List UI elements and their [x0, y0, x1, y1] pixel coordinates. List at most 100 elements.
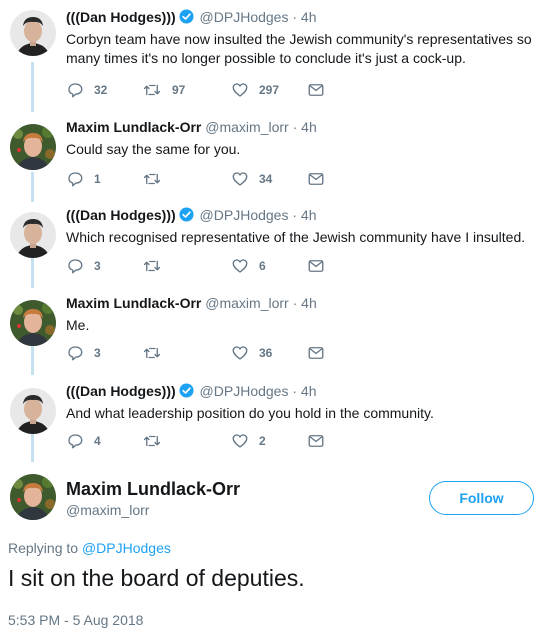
retweet-button[interactable] — [142, 432, 172, 450]
reply-icon — [68, 172, 83, 187]
envelope-icon — [308, 84, 324, 96]
tweet-time[interactable]: 4h — [301, 119, 317, 135]
direct-message-button[interactable] — [307, 81, 325, 99]
author-handle[interactable]: @maxim_lorr — [205, 119, 288, 135]
retweet-button[interactable] — [142, 257, 172, 275]
thread-tweet[interactable]: Maxim Lundlack-Orr @maxim_lorr · 4h Coul… — [0, 118, 549, 198]
direct-message-button[interactable] — [307, 170, 325, 188]
reply-button[interactable]: 1 — [66, 170, 101, 188]
thread-tweet[interactable]: Maxim Lundlack-Orr @maxim_lorr · 4h Me. … — [0, 294, 549, 374]
reply-icon — [68, 259, 83, 274]
retweet-icon — [143, 260, 161, 272]
tweet-time[interactable]: 4h — [301, 9, 317, 25]
author-name[interactable]: (((Dan Hodges))) — [66, 383, 176, 399]
reply-count: 3 — [94, 259, 101, 273]
reply-count: 32 — [94, 83, 108, 97]
envelope-icon — [308, 173, 324, 185]
direct-message-button[interactable] — [307, 344, 325, 362]
thread-tweet[interactable]: (((Dan Hodges))) @DPJHodges · 4h Corbyn … — [0, 8, 549, 108]
retweet-icon — [143, 347, 161, 359]
heart-icon — [232, 259, 248, 273]
tweet-time[interactable]: 4h — [301, 207, 317, 223]
like-button[interactable]: 2 — [231, 432, 266, 450]
reply-button[interactable]: 3 — [66, 344, 101, 362]
heart-icon — [232, 172, 248, 186]
tweet-text: Corbyn team have now insulted the Jewish… — [66, 31, 532, 66]
main-tweet-timestamp[interactable]: 5:53 PM - 5 Aug 2018 — [8, 612, 143, 628]
author-name[interactable]: Maxim Lundlack-Orr — [66, 295, 201, 311]
maxim-avatar[interactable] — [10, 300, 56, 346]
like-button[interactable]: 36 — [231, 344, 272, 362]
replying-to-mention[interactable]: @DPJHodges — [82, 540, 171, 556]
replying-prefix: Replying to — [8, 540, 79, 556]
verified-badge-icon — [179, 207, 194, 226]
separator-dot: · — [292, 295, 298, 311]
author-handle[interactable]: @DPJHodges — [200, 9, 289, 25]
author-name[interactable]: (((Dan Hodges))) — [66, 9, 176, 25]
author-handle[interactable]: @maxim_lorr — [205, 295, 288, 311]
tweet-actions: 3 36 — [66, 344, 356, 364]
retweet-icon — [143, 435, 161, 447]
reply-count: 4 — [94, 434, 101, 448]
author-name[interactable]: (((Dan Hodges))) — [66, 207, 176, 223]
tweet-time[interactable]: 4h — [301, 383, 317, 399]
tweet-text: Could say the same for you. — [66, 141, 241, 157]
reply-button[interactable]: 32 — [66, 81, 107, 99]
reply-icon — [68, 83, 83, 98]
verified-badge-icon — [179, 9, 194, 28]
retweet-button[interactable] — [142, 170, 172, 188]
like-button[interactable]: 34 — [231, 170, 272, 188]
separator-dot: · — [292, 9, 298, 25]
retweet-button[interactable] — [142, 344, 172, 362]
reply-button[interactable]: 4 — [66, 432, 101, 450]
tweet-actions: 4 2 — [66, 432, 356, 452]
retweet-icon — [143, 173, 161, 185]
dan-avatar[interactable] — [10, 388, 56, 434]
retweet-count: 97 — [172, 83, 186, 97]
tweet-text: Me. — [66, 317, 90, 333]
thread-tweet[interactable]: (((Dan Hodges))) @DPJHodges · 4h Which r… — [0, 206, 549, 286]
direct-message-button[interactable] — [307, 257, 325, 275]
heart-icon — [232, 346, 248, 360]
main-tweet-text: I sit on the board of deputies. — [8, 565, 305, 591]
tweet-actions: 1 34 — [66, 170, 356, 190]
verified-badge-icon — [179, 383, 194, 402]
like-count: 6 — [259, 259, 266, 273]
author-name[interactable]: Maxim Lundlack-Orr — [66, 119, 201, 135]
envelope-icon — [308, 347, 324, 359]
tweet-time[interactable]: 4h — [301, 295, 317, 311]
separator-dot: · — [292, 383, 298, 399]
replying-to: Replying to @DPJHodges — [8, 540, 171, 556]
maxim-avatar[interactable] — [10, 474, 56, 520]
envelope-icon — [308, 260, 324, 272]
maxim-avatar[interactable] — [10, 124, 56, 170]
retweet-button[interactable]: 97 — [142, 81, 185, 99]
reply-icon — [68, 434, 83, 449]
like-count: 36 — [259, 346, 273, 360]
reply-count: 1 — [94, 172, 101, 186]
separator-dot: · — [292, 207, 298, 223]
like-button[interactable]: 297 — [231, 81, 279, 99]
author-handle[interactable]: @DPJHodges — [200, 383, 289, 399]
thread-tweet[interactable]: (((Dan Hodges))) @DPJHodges · 4h And wha… — [0, 382, 549, 462]
tweet-text: And what leadership position do you hold… — [66, 405, 434, 421]
direct-message-button[interactable] — [307, 432, 325, 450]
follow-button[interactable]: Follow — [429, 481, 534, 515]
reply-button[interactable]: 3 — [66, 257, 101, 275]
envelope-icon — [308, 435, 324, 447]
reply-icon — [68, 346, 83, 361]
like-count: 297 — [259, 83, 280, 97]
like-button[interactable]: 6 — [231, 257, 266, 275]
dan-avatar[interactable] — [10, 212, 56, 258]
tweet-actions: 32 97 297 — [66, 81, 356, 101]
main-author-handle[interactable]: @maxim_lorr — [66, 502, 149, 518]
heart-icon — [232, 83, 248, 97]
dan-avatar[interactable] — [10, 10, 56, 56]
reply-count: 3 — [94, 346, 101, 360]
tweet-text: Which recognised representative of the J… — [66, 229, 526, 245]
author-handle[interactable]: @DPJHodges — [200, 207, 289, 223]
separator-dot: · — [292, 119, 298, 135]
like-count: 2 — [259, 434, 266, 448]
main-author-name[interactable]: Maxim Lundlack-Orr — [66, 479, 240, 500]
tweet-actions: 3 6 — [66, 257, 356, 277]
